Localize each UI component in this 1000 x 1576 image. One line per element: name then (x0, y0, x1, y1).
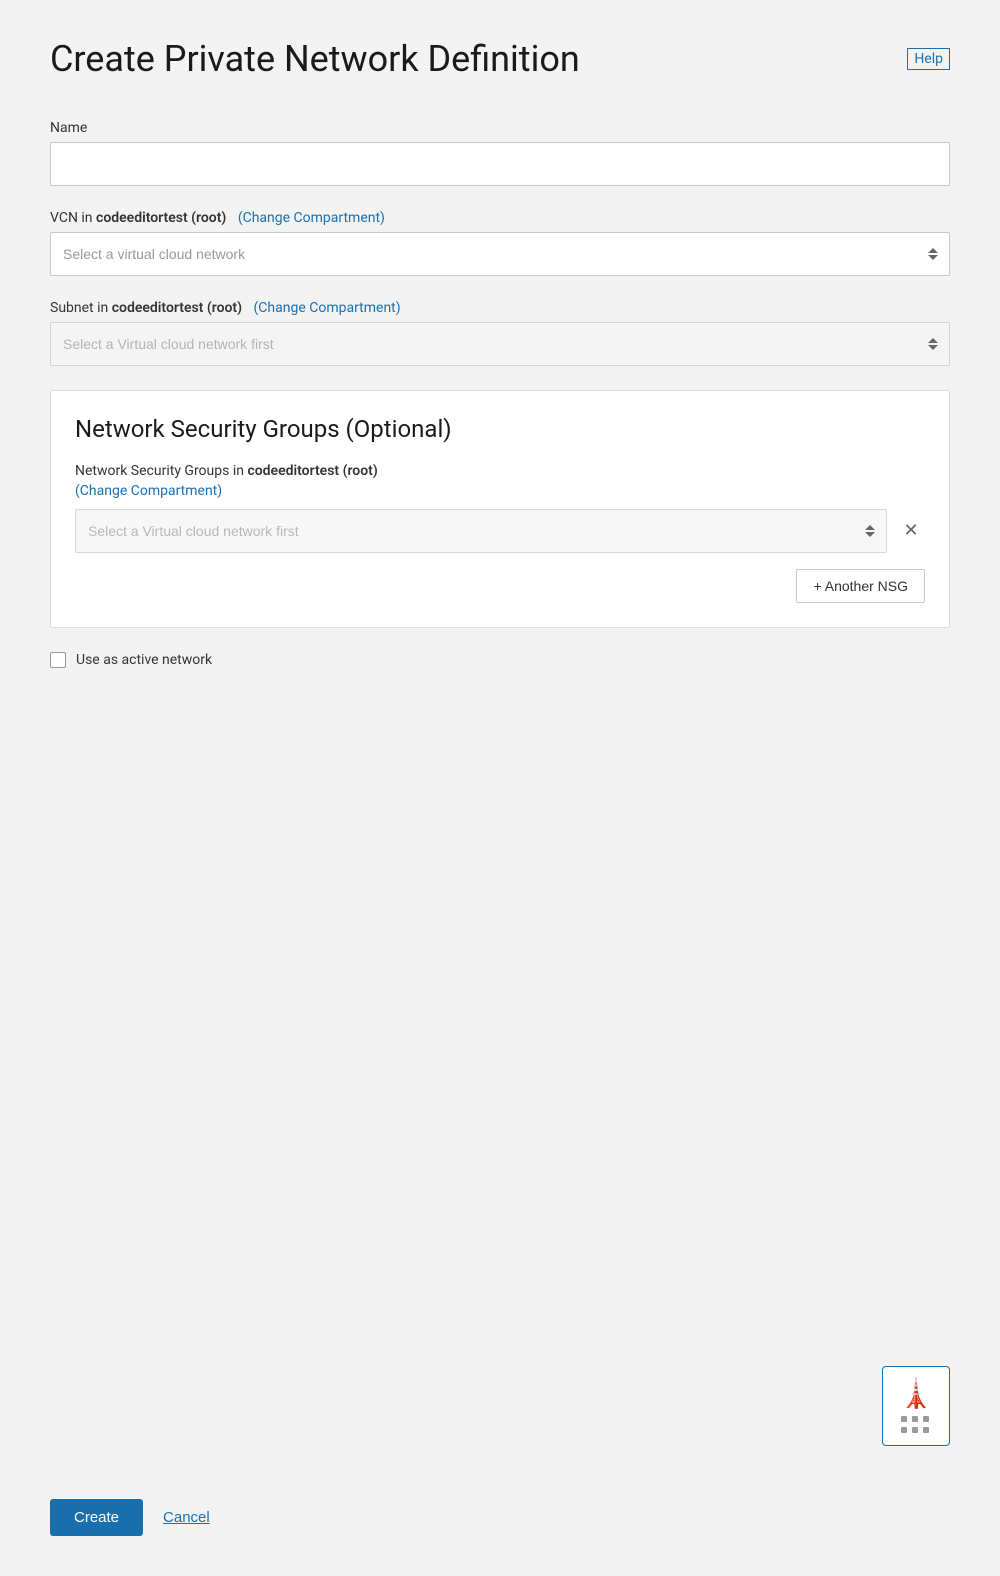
nsg-select-wrapper: Select a Virtual cloud network first (75, 509, 887, 553)
vcn-label: VCN in codeeditortest (root) (Change Com… (50, 210, 950, 226)
add-another-nsg-button[interactable]: + Another NSG (796, 569, 925, 603)
name-label: Name (50, 120, 950, 136)
page-title: Create Private Network Definition (50, 40, 580, 80)
nsg-label-prefix: Network Security Groups in (75, 463, 247, 479)
subnet-section: Subnet in codeeditortest (root) (Change … (50, 300, 950, 366)
name-input[interactable] (50, 142, 950, 186)
vcn-compartment: codeeditortest (root) (96, 210, 226, 226)
vcn-section: VCN in codeeditortest (root) (Change Com… (50, 210, 950, 276)
vcn-label-prefix: VCN in (50, 210, 96, 226)
dot-5 (912, 1427, 918, 1433)
cancel-button[interactable]: Cancel (163, 1509, 210, 1526)
help-link[interactable]: Help (907, 48, 950, 70)
nsg-select[interactable]: Select a Virtual cloud network first (75, 509, 887, 553)
subnet-change-compartment-link[interactable]: (Change Compartment) (254, 300, 401, 316)
header-row: Create Private Network Definition Help (50, 40, 950, 80)
nsg-select-row: Select a Virtual cloud network first ✕ (75, 509, 925, 553)
lifebuoy-icon: 🗼 (899, 1377, 934, 1410)
footer-actions: Create Cancel (50, 1499, 210, 1536)
nsg-card: Network Security Groups (Optional) Netwo… (50, 390, 950, 628)
dot-3 (923, 1416, 929, 1422)
active-network-checkbox[interactable] (50, 652, 66, 668)
vcn-select-wrapper: Select a virtual cloud network (50, 232, 950, 276)
subnet-select-wrapper: Select a Virtual cloud network first (50, 322, 950, 366)
subnet-label: Subnet in codeeditortest (root) (Change … (50, 300, 950, 316)
dots-grid (901, 1416, 931, 1435)
name-section: Name (50, 120, 950, 186)
vcn-change-compartment-link[interactable]: (Change Compartment) (238, 210, 385, 226)
dot-6 (923, 1427, 929, 1433)
active-network-row: Use as active network (50, 652, 950, 668)
dot-2 (912, 1416, 918, 1422)
nsg-label-row: Network Security Groups in codeeditortes… (75, 463, 925, 479)
subnet-select[interactable]: Select a Virtual cloud network first (50, 322, 950, 366)
add-nsg-container: + Another NSG (75, 569, 925, 603)
active-network-label: Use as active network (76, 652, 212, 668)
subnet-compartment: codeeditortest (root) (112, 300, 242, 316)
subnet-label-prefix: Subnet in (50, 300, 112, 316)
nsg-clear-button[interactable]: ✕ (897, 517, 925, 545)
nsg-compartment: codeeditortest (root) (247, 463, 377, 479)
dot-4 (901, 1427, 907, 1433)
dot-1 (901, 1416, 907, 1422)
help-widget[interactable]: 🗼 (882, 1366, 950, 1446)
page-container: Create Private Network Definition Help N… (0, 0, 1000, 1576)
nsg-change-compartment-link[interactable]: (Change Compartment) (75, 483, 925, 499)
create-button[interactable]: Create (50, 1499, 143, 1536)
nsg-title: Network Security Groups (Optional) (75, 415, 925, 443)
vcn-select[interactable]: Select a virtual cloud network (50, 232, 950, 276)
